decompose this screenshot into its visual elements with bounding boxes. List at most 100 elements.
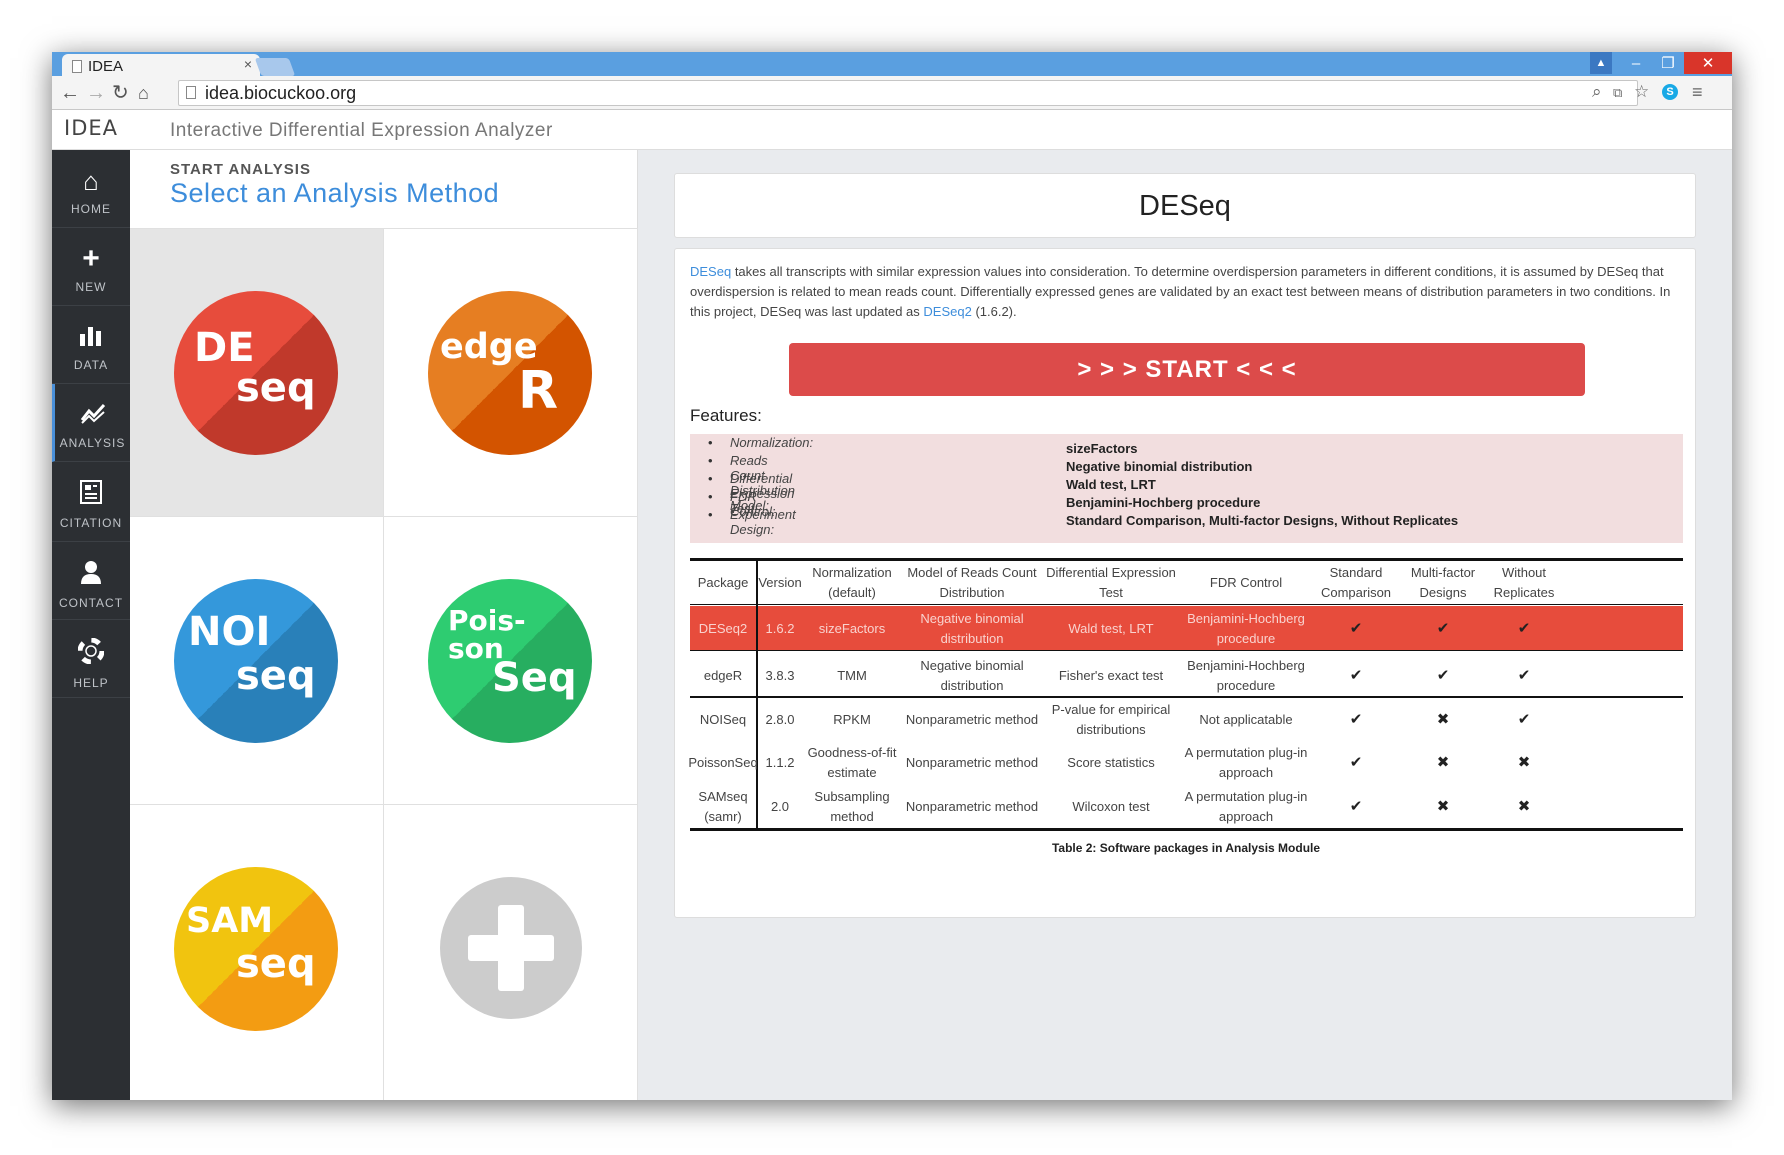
method-title: DESeq	[674, 173, 1696, 238]
close-button[interactable]: ✕	[1684, 52, 1732, 74]
feature-label: Normalization:	[730, 435, 814, 450]
minimize-button[interactable]: –	[1620, 52, 1652, 74]
zoom-icon[interactable]: ⌕	[1592, 82, 1602, 102]
app-header: IDEA Interactive Differential Expression…	[52, 110, 1732, 150]
new-tab-button[interactable]	[254, 58, 296, 76]
method-noiseq[interactable]: NOI seq	[130, 516, 384, 804]
table-check-icon: ✔	[1349, 754, 1363, 771]
sidebar-label: HOME	[71, 202, 111, 216]
browser-tab[interactable]: IDEA ×	[62, 54, 260, 78]
table-header: Differential Expression Test	[1046, 565, 1176, 600]
table-cell: Not applicatable	[1199, 712, 1293, 727]
feature-value: Wald test, LRT	[1066, 477, 1156, 492]
table-check-icon: ✔	[1436, 620, 1450, 637]
forward-icon[interactable]: →	[86, 82, 106, 104]
noiseq-logo: NOI seq	[174, 579, 338, 743]
table-check-icon: ✖	[1517, 798, 1531, 815]
table-check-icon: ✔	[1349, 711, 1363, 728]
table-cell: Subsampling method	[814, 789, 890, 824]
method-add-new[interactable]	[384, 804, 638, 1100]
table-check-icon: ✖	[1436, 711, 1450, 728]
bullet: •	[708, 471, 713, 486]
star-icon[interactable]: ☆	[1634, 82, 1649, 102]
sidebar-item-analysis[interactable]: ANALYSIS	[52, 384, 130, 462]
method-edger[interactable]: edge R	[384, 228, 638, 516]
translate-icon[interactable]: ⧉	[1613, 85, 1622, 101]
browser-window: IDEA × ▲ – ❐ ✕ ← → ↻ ⌂ idea.biocuckoo.or…	[52, 52, 1732, 1100]
method-selection-panel: START ANALYSIS Select an Analysis Method…	[130, 150, 638, 1100]
table-header: Standard Comparison	[1320, 565, 1392, 600]
user-icon[interactable]: ▲	[1590, 52, 1612, 74]
table-row-package: DESeq2	[698, 621, 748, 636]
feature-value: Benjamini-Hochberg procedure	[1066, 495, 1261, 510]
table-row-package: NOISeq	[699, 712, 747, 727]
sidebar-label: NEW	[75, 280, 107, 294]
sidebar-item-home[interactable]: ⌂ HOME	[52, 150, 130, 228]
reload-icon[interactable]: ↻	[112, 82, 129, 104]
table-cell: Wald test, LRT	[1068, 621, 1154, 636]
table-cell: Wilcoxon test	[1072, 799, 1150, 814]
url-text: idea.biocuckoo.org	[205, 83, 357, 103]
table-cell: A permutation plug-in approach	[1184, 789, 1308, 824]
menu-icon[interactable]: ≡	[1692, 82, 1703, 103]
app-title: Interactive Differential Expression Anal…	[170, 120, 553, 141]
table-cell: Benjamini-Hochberg procedure	[1187, 658, 1305, 693]
feature-value: Negative binomial distribution	[1066, 459, 1253, 474]
table-cell: Fisher's exact test	[1058, 668, 1164, 683]
table-cell: A permutation plug-in approach	[1184, 745, 1308, 780]
table-cell: Goodness-of-fit estimate	[807, 745, 897, 780]
deseq-link[interactable]: DESeq	[690, 264, 731, 279]
plus-icon	[440, 877, 582, 1019]
sidebar-item-data[interactable]: DATA	[52, 306, 130, 384]
sidebar-item-citation[interactable]: CITATION	[52, 462, 130, 542]
table-check-icon: ✔	[1517, 667, 1531, 684]
method-deseq[interactable]: DE seq	[130, 228, 384, 516]
deseq2-link[interactable]: DESeq2	[923, 304, 971, 319]
lifebuoy-icon	[52, 637, 130, 668]
method-label-top: SAM	[186, 901, 274, 941]
method-label-bottom: seq	[236, 653, 316, 699]
table-check-icon: ✔	[1349, 667, 1363, 684]
sidebar-item-new[interactable]: + NEW	[52, 228, 130, 306]
table-cell: Negative binomial distribution	[920, 658, 1024, 693]
feature-label: Experiment Design:	[730, 507, 796, 537]
table-cell: Score statistics	[1067, 755, 1155, 770]
features-box: • Normalization: sizeFactors • Reads Count …	[690, 434, 1683, 543]
sidebar-label: CITATION	[59, 516, 123, 530]
sidebar-item-contact[interactable]: CONTACT	[52, 542, 130, 620]
table-cell: RPKM	[833, 712, 871, 727]
bullet: •	[708, 489, 713, 504]
method-label-bottom: seq	[236, 365, 316, 411]
samseq-logo: SAM seq	[174, 867, 338, 1031]
table-check-icon: ✔	[1517, 711, 1531, 728]
table-cell: Benjamini-Hochberg procedure	[1187, 611, 1305, 646]
tab-title: IDEA	[88, 57, 124, 75]
back-icon[interactable]: ←	[60, 82, 80, 104]
home-icon[interactable]: ⌂	[138, 82, 149, 104]
table-cell: P-value for empirical distributions	[1051, 702, 1171, 737]
table-cell: 2.0	[770, 799, 790, 814]
table-header: Without Replicates	[1493, 565, 1555, 600]
software-packages-table: Package Version Normalization (default) Mod…	[688, 558, 1683, 834]
table-cell: 1.1.2	[765, 755, 795, 770]
logo[interactable]: IDEA	[64, 116, 118, 140]
table-header: Version	[758, 575, 802, 590]
features-heading: Features:	[690, 406, 762, 425]
tab-close-icon[interactable]: ×	[244, 56, 252, 72]
feature-value: sizeFactors	[1066, 441, 1138, 456]
table-header: Normalization (default)	[812, 565, 892, 600]
method-samseq[interactable]: SAM seq	[130, 804, 384, 1100]
sidebar-label: CONTACT	[58, 596, 124, 610]
method-poissonseq[interactable]: Pois- son Seq	[384, 516, 638, 804]
skype-icon[interactable]: S	[1662, 84, 1678, 100]
table-row-package: SAMseq (samr)	[698, 789, 748, 824]
start-button[interactable]: > > > START < < <	[789, 343, 1585, 396]
table-cell: sizeFactors	[818, 621, 886, 636]
sidebar-item-help[interactable]: HELP	[52, 620, 130, 698]
table-check-icon: ✔	[1436, 667, 1450, 684]
address-bar[interactable]: idea.biocuckoo.org	[178, 80, 1638, 106]
home-icon: ⌂	[83, 166, 99, 196]
maximize-button[interactable]: ❐	[1652, 52, 1684, 74]
bullet: •	[708, 453, 713, 468]
table-check-icon: ✔	[1349, 798, 1363, 815]
